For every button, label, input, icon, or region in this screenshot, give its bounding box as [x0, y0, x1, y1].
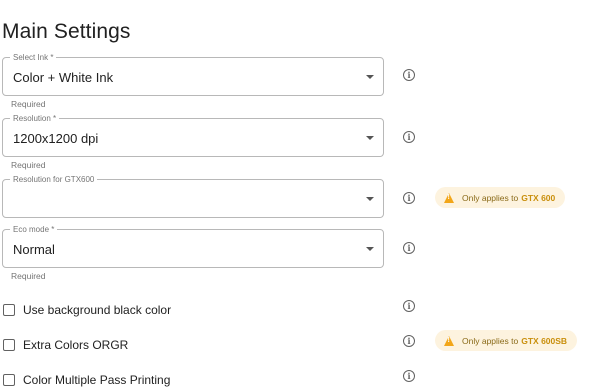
- warning-icon: [444, 192, 454, 203]
- resolution-value: 1200x1200 dpi: [13, 131, 99, 146]
- eco-mode-dropdown[interactable]: Eco mode * Normal: [2, 224, 384, 268]
- info-icon-glyph: i: [407, 132, 411, 142]
- gtx600-notice-badge: Only applies toGTX 600: [435, 187, 566, 208]
- info-icon-glyph: i: [407, 243, 411, 253]
- info-icon[interactable]: i: [403, 335, 415, 347]
- resolution-gtx600-label: Resolution for GTX600: [10, 174, 98, 185]
- resolution-gtx600-dropdown[interactable]: Resolution for GTX600: [2, 174, 384, 218]
- chevron-down-icon: [366, 75, 374, 79]
- info-icon-glyph: i: [407, 301, 411, 311]
- badge-model: GTX 600: [521, 192, 556, 203]
- resolution-label: Resolution *: [10, 113, 60, 124]
- eco-mode-label: Eco mode *: [10, 224, 58, 235]
- info-icon-glyph: i: [407, 336, 411, 346]
- use-background-black-label[interactable]: Use background black color: [23, 303, 171, 317]
- eco-mode-helper: Required: [11, 271, 46, 281]
- use-background-black-checkbox[interactable]: [3, 304, 15, 316]
- select-ink-value: Color + White Ink: [13, 70, 114, 85]
- chevron-down-icon: [366, 247, 374, 251]
- select-ink-helper: Required: [11, 99, 46, 109]
- extra-colors-orgr-label[interactable]: Extra Colors ORGR: [23, 338, 128, 352]
- color-multiple-pass-checkbox[interactable]: [3, 374, 15, 386]
- badge-model: GTX 600SB: [521, 335, 568, 346]
- info-icon[interactable]: i: [403, 192, 415, 204]
- badge-text: Only applies to: [462, 335, 519, 346]
- chevron-down-icon: [366, 197, 374, 201]
- info-icon[interactable]: i: [403, 370, 415, 382]
- info-icon-glyph: i: [407, 70, 411, 80]
- eco-mode-value: Normal: [13, 242, 55, 257]
- color-multiple-pass-label[interactable]: Color Multiple Pass Printing: [23, 373, 170, 387]
- select-ink-dropdown[interactable]: Select Ink * Color + White Ink: [2, 52, 384, 96]
- extra-colors-orgr-checkbox[interactable]: [3, 339, 15, 351]
- chevron-down-icon: [366, 136, 374, 140]
- resolution-helper: Required: [11, 160, 46, 170]
- badge-text: Only applies to: [462, 192, 519, 203]
- info-icon[interactable]: i: [403, 242, 415, 254]
- page-title: Main Settings: [2, 20, 131, 43]
- info-icon-glyph: i: [407, 371, 411, 381]
- info-icon[interactable]: i: [403, 300, 415, 312]
- info-icon-glyph: i: [407, 193, 411, 203]
- select-ink-label: Select Ink *: [10, 52, 57, 63]
- info-icon[interactable]: i: [403, 69, 415, 81]
- warning-icon: [444, 335, 454, 346]
- resolution-dropdown[interactable]: Resolution * 1200x1200 dpi: [2, 113, 384, 157]
- info-icon[interactable]: i: [403, 131, 415, 143]
- gtx600sb-notice-badge: Only applies toGTX 600SB: [435, 330, 578, 351]
